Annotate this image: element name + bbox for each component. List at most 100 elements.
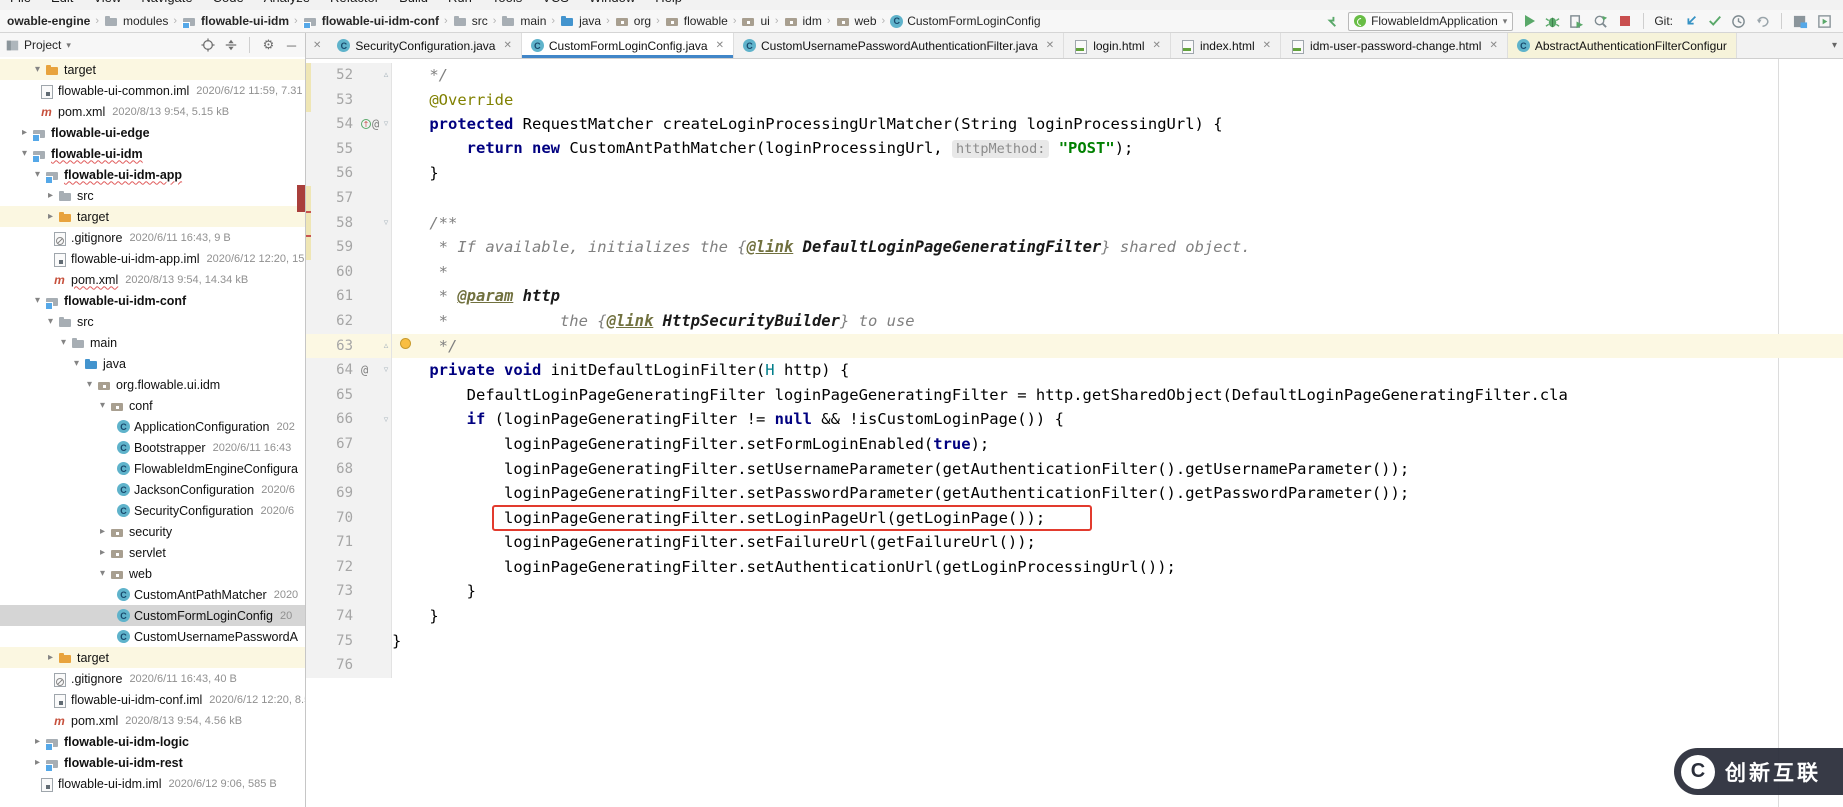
- chevron-down-icon[interactable]: ▾: [30, 295, 45, 306]
- close-icon[interactable]: ✕: [1046, 40, 1054, 51]
- tree-row-flowable-ui-idm-iml[interactable]: flowable-ui-idm.iml 2020/6/12 9:06, 585 B: [0, 773, 305, 794]
- tree-row-customformloginconfig[interactable]: C CustomFormLoginConfig 20: [0, 605, 305, 626]
- chevron-down-icon[interactable]: ▾: [43, 316, 58, 327]
- code-text[interactable]: * the {@link HttpSecurityBuilder} to use: [392, 309, 915, 334]
- code-text[interactable]: loginPageGeneratingFilter.setAuthenticat…: [392, 555, 1176, 580]
- menu-item-edit[interactable]: Edit: [51, 0, 73, 5]
- fold-marker-icon[interactable]: ▵: [381, 333, 392, 359]
- tree-row-flowable-ui-idm-rest[interactable]: ▸ flowable-ui-idm-rest: [0, 752, 305, 773]
- chevron-right-icon[interactable]: ▸: [43, 652, 58, 663]
- tree-row-securityconfiguration[interactable]: C SecurityConfiguration 2020/6: [0, 500, 305, 521]
- tree-row-flowable-ui-edge[interactable]: ▸ flowable-ui-edge: [0, 122, 305, 143]
- tree-row-java[interactable]: ▾ java: [0, 353, 305, 374]
- profiler-button[interactable]: [1592, 13, 1609, 30]
- code-text[interactable]: * If available, initializes the {@link D…: [392, 235, 1251, 260]
- back-arrow-icon[interactable]: [1324, 13, 1341, 30]
- breadcrumb-item-main[interactable]: main: [500, 14, 547, 28]
- tree-row-main[interactable]: ▾ main: [0, 332, 305, 353]
- tree-row-flowable-ui-idm-conf[interactable]: ▾ flowable-ui-idm-conf: [0, 290, 305, 311]
- close-icon[interactable]: ✕: [1263, 40, 1271, 51]
- breadcrumb-item-flowable[interactable]: flowable: [664, 14, 729, 28]
- close-icon[interactable]: ✕: [1153, 40, 1161, 51]
- fold-marker-icon[interactable]: ▿: [381, 358, 392, 383]
- code-text[interactable]: if (loginPageGeneratingFilter != null &&…: [392, 407, 1064, 432]
- intention-bulb-icon[interactable]: [400, 338, 411, 349]
- close-icon[interactable]: ✕: [716, 40, 724, 51]
- code-text[interactable]: * @param http: [392, 284, 560, 309]
- code-text[interactable]: DefaultLoginPageGeneratingFilter loginPa…: [392, 383, 1568, 408]
- locate-file-icon[interactable]: [200, 38, 215, 53]
- tree-row-target[interactable]: ▾ target: [0, 59, 305, 80]
- tab-login-html[interactable]: login.html ✕: [1064, 33, 1171, 58]
- tree-row-pom-xml[interactable]: m pom.xml 2020/8/13 9:54, 14.34 kB: [0, 269, 305, 290]
- code-text[interactable]: }: [392, 579, 476, 604]
- run-with-coverage-button[interactable]: [1568, 13, 1585, 30]
- menu-item-help[interactable]: Help: [655, 0, 682, 5]
- tree-row-flowableidmengineconfigura[interactable]: C FlowableIdmEngineConfigura: [0, 458, 305, 479]
- collapse-all-icon[interactable]: [223, 38, 238, 53]
- chevron-right-icon[interactable]: ▸: [43, 211, 58, 222]
- chevron-down-icon[interactable]: ▾: [17, 148, 32, 159]
- breadcrumb-item-idm[interactable]: idm: [783, 14, 823, 28]
- chevron-down-icon[interactable]: ▾: [30, 169, 45, 180]
- tree-row-jacksonconfiguration[interactable]: C JacksonConfiguration 2020/6: [0, 479, 305, 500]
- tab-close-icon[interactable]: ✕: [306, 33, 328, 58]
- code-text[interactable]: private void initDefaultLoginFilter(H ht…: [392, 358, 849, 383]
- menu-item-refactor[interactable]: Refactor: [330, 0, 379, 5]
- run-anything-icon[interactable]: [1816, 13, 1833, 30]
- tree-row-flowable-ui-idm-conf-iml[interactable]: flowable-ui-idm-conf.iml 2020/6/12 12:20,…: [0, 689, 305, 710]
- git-update-button[interactable]: [1682, 13, 1699, 30]
- tree-row--gitignore[interactable]: .gitignore 2020/6/11 16:43, 9 B: [0, 227, 305, 248]
- fold-marker-icon[interactable]: ▿: [381, 210, 392, 236]
- override-method-icon[interactable]: ↑: [361, 119, 371, 130]
- breadcrumb-item-src[interactable]: src: [452, 14, 489, 28]
- history-clock-icon[interactable]: [1730, 13, 1747, 30]
- code-text[interactable]: }: [392, 629, 401, 654]
- chevron-down-icon[interactable]: ▾: [82, 379, 97, 390]
- tree-row-target[interactable]: ▸ target: [0, 647, 305, 668]
- code-editor[interactable]: 52 ▵ */53 @Override 54 ↑ @ ▿ protected Reques…: [306, 59, 1843, 807]
- tab-idm-user-password-change-html[interactable]: idm-user-password-change.html ✕: [1281, 33, 1508, 58]
- menu-item-run[interactable]: Run: [448, 0, 472, 5]
- chevron-down-icon[interactable]: ▾: [69, 358, 84, 369]
- tab-index-html[interactable]: index.html ✕: [1171, 33, 1282, 58]
- tree-row-flowable-ui-common-iml[interactable]: flowable-ui-common.iml 2020/6/12 11:59, 7…: [0, 80, 305, 101]
- chevron-down-icon[interactable]: ▾: [56, 337, 71, 348]
- tree-row-flowable-ui-idm-app-iml[interactable]: flowable-ui-idm-app.iml 2020/6/12 12:20, …: [0, 248, 305, 269]
- code-text[interactable]: @Override: [392, 88, 513, 113]
- tree-row-web[interactable]: ▾ web: [0, 563, 305, 584]
- chevron-right-icon[interactable]: ▸: [95, 526, 110, 537]
- breadcrumb-item-owable-engine[interactable]: owable-engine: [6, 14, 91, 28]
- tree-row-pom-xml[interactable]: m pom.xml 2020/8/13 9:54, 5.15 kB: [0, 101, 305, 122]
- breadcrumb-item-java[interactable]: java: [559, 14, 602, 28]
- breadcrumb-item-org[interactable]: org: [614, 14, 652, 28]
- menu-item-file[interactable]: File: [10, 0, 31, 5]
- fold-marker-icon[interactable]: ▿: [381, 112, 392, 137]
- tree-row-applicationconfiguration[interactable]: C ApplicationConfiguration 202: [0, 416, 305, 437]
- chevron-right-icon[interactable]: ▸: [95, 547, 110, 558]
- breadcrumb-item-flowable-ui-idm-conf[interactable]: flowable-ui-idm-conf: [302, 14, 440, 28]
- git-commit-button[interactable]: [1706, 13, 1723, 30]
- fold-marker-icon[interactable]: ▵: [381, 63, 392, 88]
- tree-row-flowable-ui-idm[interactable]: ▾ flowable-ui-idm: [0, 143, 305, 164]
- code-text[interactable]: loginPageGeneratingFilter.setFormLoginEn…: [392, 432, 989, 457]
- tree-row-src[interactable]: ▸ src: [0, 185, 305, 206]
- gear-icon[interactable]: ⚙: [261, 37, 276, 53]
- tree-row-customantpathmatcher[interactable]: C CustomAntPathMatcher 2020: [0, 584, 305, 605]
- tree-row-servlet[interactable]: ▸ servlet: [0, 542, 305, 563]
- breadcrumb-item-web[interactable]: web: [835, 14, 878, 28]
- tree-row--gitignore[interactable]: .gitignore 2020/6/11 16:43, 40 B: [0, 668, 305, 689]
- chevron-down-icon[interactable]: ▾: [30, 64, 45, 75]
- chevron-right-icon[interactable]: ▸: [43, 190, 58, 201]
- tree-row-security[interactable]: ▸ security: [0, 521, 305, 542]
- chevron-down-icon[interactable]: ▾: [95, 400, 110, 411]
- code-text[interactable]: protected RequestMatcher createLoginProc…: [392, 112, 1222, 137]
- debug-button[interactable]: [1544, 13, 1561, 30]
- code-text[interactable]: *: [392, 260, 448, 285]
- tab-customformloginconfig-java[interactable]: C CustomFormLoginConfig.java ✕: [521, 33, 734, 58]
- breadcrumb-item-modules[interactable]: modules: [103, 14, 169, 28]
- chevron-right-icon[interactable]: ▸: [30, 757, 45, 768]
- menu-item-code[interactable]: Code: [213, 0, 244, 5]
- tree-row-pom-xml[interactable]: m pom.xml 2020/8/13 9:54, 4.56 kB: [0, 710, 305, 731]
- project-panel-title[interactable]: Project: [24, 38, 61, 52]
